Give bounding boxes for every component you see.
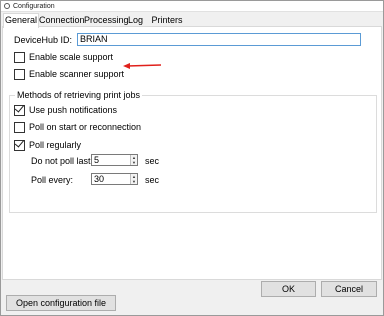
title-bar: Configuration — [1, 1, 383, 12]
spinner-buttons[interactable]: ▲ ▼ — [130, 174, 137, 184]
app-icon — [4, 3, 10, 9]
devicehub-id-label: DeviceHub ID: — [14, 35, 73, 45]
poll-on-start-label: Poll on start or reconnection — [29, 122, 142, 132]
enable-scanner-label: Enable scanner support — [29, 69, 125, 79]
do-not-poll-label: Do not poll last: — [31, 156, 94, 166]
annotation-arrow-icon — [123, 63, 162, 69]
enable-scale-checkbox[interactable] — [14, 52, 25, 63]
spin-down-icon[interactable]: ▼ — [131, 179, 137, 184]
general-panel: DeviceHub ID: BRIAN Enable scale support… — [2, 26, 382, 280]
tab-strip: General Connection Processing Log Printe… — [1, 13, 383, 28]
do-not-poll-unit: sec — [145, 156, 160, 166]
cancel-button[interactable]: Cancel — [321, 281, 377, 297]
open-config-file-button[interactable]: Open configuration file — [6, 295, 116, 311]
use-push-checkbox[interactable] — [14, 102, 25, 116]
configuration-window: Configuration General Connection Process… — [0, 0, 384, 316]
poll-every-value: 30 — [94, 174, 105, 184]
poll-on-start-checkbox[interactable] — [14, 122, 25, 133]
use-push-label: Use push notifications — [29, 105, 118, 115]
devicehub-id-input[interactable]: BRIAN — [77, 33, 361, 46]
enable-scale-label: Enable scale support — [29, 52, 114, 62]
poll-every-spinner[interactable]: 30 ▲ ▼ — [91, 173, 138, 185]
poll-regularly-label: Poll regularly — [29, 140, 82, 150]
do-not-poll-value: 5 — [94, 155, 100, 165]
ok-button[interactable]: OK — [261, 281, 316, 297]
methods-legend: Methods of retrieving print jobs — [15, 90, 143, 101]
poll-every-unit: sec — [145, 175, 160, 185]
window-title: Configuration — [13, 3, 55, 10]
tab-general[interactable]: General — [3, 13, 39, 28]
spin-down-icon[interactable]: ▼ — [131, 160, 137, 165]
enable-scanner-checkbox[interactable] — [14, 69, 25, 80]
poll-every-label: Poll every: — [31, 175, 74, 185]
poll-regularly-checkbox[interactable] — [14, 137, 25, 151]
do-not-poll-spinner[interactable]: 5 ▲ ▼ — [91, 154, 138, 166]
spinner-buttons[interactable]: ▲ ▼ — [130, 155, 137, 165]
